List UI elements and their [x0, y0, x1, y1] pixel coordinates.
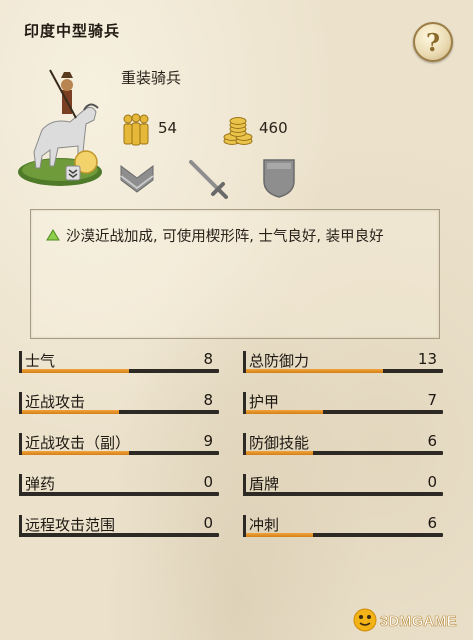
stat-label: 近战攻击 — [25, 393, 86, 411]
stat-charge: 冲刺 6 — [243, 513, 443, 537]
wedge-chevron-icon[interactable] — [119, 160, 155, 198]
stat-missile-range: 远程攻击范围 0 — [19, 513, 219, 537]
question-mark-icon: ? — [425, 27, 441, 57]
stat-value: 0 — [203, 514, 213, 532]
cost-value: 460 — [259, 119, 288, 137]
stat-label: 远程攻击范围 — [25, 516, 116, 534]
stat-label: 护甲 — [249, 393, 280, 411]
stat-value: 8 — [203, 350, 213, 368]
watermark-logo: 3DMGAME — [353, 608, 457, 632]
stat-shield: 盾牌 0 — [243, 472, 443, 496]
unit-class: 重装骑兵 — [121, 69, 182, 87]
men-count: 54 — [158, 119, 178, 137]
stat-total-defense: 总防御力 13 — [243, 349, 443, 373]
sword-icon[interactable] — [185, 156, 229, 200]
stat-label: 冲刺 — [249, 516, 280, 534]
stat-value: 6 — [427, 514, 437, 532]
stat-value: 7 — [427, 391, 437, 409]
stat-ammo: 弹药 0 — [19, 472, 219, 496]
stat-melee-attack: 近战攻击 8 — [19, 390, 219, 414]
stat-bar — [243, 492, 443, 496]
stat-bar — [243, 451, 443, 455]
stat-melee-attack-secondary: 近战攻击（副） 9 — [19, 431, 219, 455]
stat-value: 0 — [427, 473, 437, 491]
stat-value: 6 — [427, 432, 437, 450]
shield-icon[interactable] — [261, 157, 297, 199]
stat-defense-skill: 防御技能 6 — [243, 431, 443, 455]
stat-label: 总防御力 — [249, 352, 310, 370]
soldiers-icon — [123, 113, 149, 146]
stat-bar — [19, 451, 219, 455]
stat-value: 0 — [203, 473, 213, 491]
unit-portrait — [18, 69, 102, 186]
stat-bar — [19, 533, 219, 537]
stat-bar — [243, 410, 443, 414]
stat-armor: 护甲 7 — [243, 390, 443, 414]
stat-bar — [19, 410, 219, 414]
stat-value: 13 — [417, 350, 437, 368]
stat-label: 近战攻击（副） — [25, 434, 131, 452]
stat-bar — [243, 533, 443, 537]
coins-icon — [223, 117, 253, 145]
stat-value: 9 — [203, 432, 213, 450]
stat-label: 盾牌 — [249, 475, 280, 493]
stat-morale: 士气 8 — [19, 349, 219, 373]
stat-label: 士气 — [25, 352, 56, 370]
watermark-text: 3DMGAME — [380, 613, 457, 630]
help-button[interactable]: ? — [413, 22, 453, 62]
stat-bar — [243, 369, 443, 373]
stat-value: 8 — [203, 391, 213, 409]
stat-label: 弹药 — [25, 475, 56, 493]
unit-description: 沙漠近战加成, 可使用楔形阵, 士气良好, 装甲良好 — [66, 229, 384, 245]
stat-bar — [19, 369, 219, 373]
stat-bar — [19, 492, 219, 496]
stat-label: 防御技能 — [249, 434, 310, 452]
unit-name: 印度中型骑兵 — [24, 22, 121, 40]
